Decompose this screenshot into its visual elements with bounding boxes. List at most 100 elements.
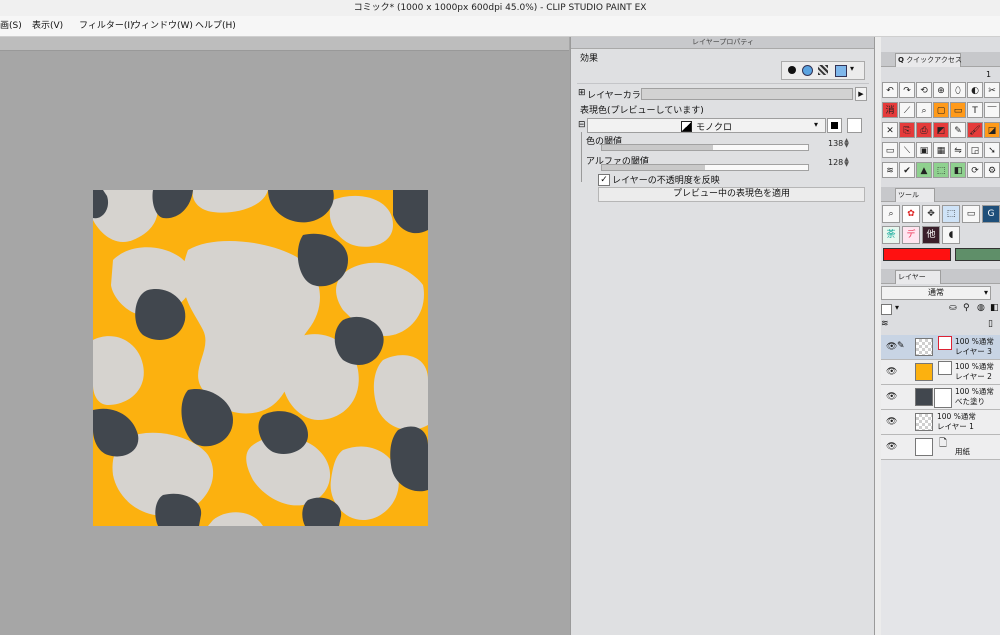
alpha-threshold-value[interactable]: 128	[828, 158, 843, 167]
mask-icon[interactable]: ◧	[990, 303, 999, 313]
tab-tool[interactable]: ツール	[895, 188, 935, 202]
grid-icon[interactable]: ▦	[933, 142, 949, 158]
slash-icon[interactable]: ⟍	[899, 142, 915, 158]
layer-stack-icon[interactable]: ≋	[881, 319, 889, 329]
text-tool-icon[interactable]: 荼	[882, 226, 900, 244]
color-threshold-value[interactable]: 138	[828, 139, 843, 148]
color-tool-icon[interactable]: ✿	[902, 205, 920, 223]
layer-row-paper[interactable]: 👁 🗋 用紙	[881, 435, 1000, 460]
rect-icon[interactable]: ▭	[950, 102, 966, 118]
tab-quick-access[interactable]: Q クイックアクセス	[895, 53, 962, 67]
camouflage-artwork[interactable]	[93, 190, 428, 526]
window-icon[interactable]: ▭	[882, 142, 898, 158]
check-icon[interactable]: ✔	[899, 162, 915, 178]
select-icon[interactable]: ▢	[933, 102, 949, 118]
layer-row-fill[interactable]: 👁 100 %通常 べた塗り	[881, 385, 1000, 410]
tab-layer[interactable]: レイヤー	[895, 270, 941, 284]
brush-icon[interactable]: 🖌	[967, 122, 983, 138]
eye-icon[interactable]: 👁	[886, 367, 897, 377]
settings-icon[interactable]: ⚙	[984, 162, 1000, 178]
cut-icon[interactable]: ✂	[984, 82, 1000, 98]
mode-dropdown[interactable]: モノクロ ▾	[587, 118, 826, 133]
white-color-box[interactable]	[847, 118, 862, 133]
mode-value: モノクロ	[696, 123, 733, 133]
apply-preview-color-button[interactable]: プレビュー中の表現色を適用	[598, 187, 865, 202]
bucket-icon[interactable]: ⬯	[950, 82, 966, 98]
paint-icon[interactable]: ⬚	[933, 162, 949, 178]
clip-icon[interactable]: ⚲	[963, 303, 970, 313]
zoom-tool-icon[interactable]: ⌕	[882, 205, 900, 223]
navigate-icon[interactable]: ◐	[967, 82, 983, 98]
chevron-down-icon[interactable]: ▾	[895, 303, 899, 312]
other-tool-icon[interactable]: 他	[922, 226, 940, 244]
menu-item-help[interactable]: ヘルプ(H)	[195, 16, 236, 36]
tone-icon[interactable]: ◧	[950, 162, 966, 178]
layer-tabbar: レイヤー	[881, 269, 1000, 284]
triangle-icon[interactable]: ▲	[916, 162, 932, 178]
flip-icon[interactable]: ⇋	[950, 142, 966, 158]
move-tool-icon[interactable]: ✥	[922, 205, 940, 223]
menu-item-window[interactable]: ウィンドウ(W)	[132, 16, 193, 36]
undo-icon[interactable]: ↶	[882, 82, 898, 98]
clear-icon[interactable]: ✕	[882, 122, 898, 138]
reflect-opacity-checkbox[interactable]: ✓	[598, 174, 610, 186]
expand-plus-icon[interactable]: ⊞	[578, 88, 586, 98]
erase-icon[interactable]: 消	[882, 102, 898, 118]
eye-icon[interactable]: 👁	[886, 417, 897, 427]
chevron-down-icon: ▾	[814, 120, 819, 129]
arrow-icon[interactable]: ➘	[984, 142, 1000, 158]
frame-icon[interactable]: ▣	[916, 142, 932, 158]
menu-item-picture[interactable]: 画(S)	[0, 16, 22, 36]
blend-mode-dropdown[interactable]: 通常 ▾	[881, 286, 991, 300]
eraser-icon[interactable]: ◪	[984, 122, 1000, 138]
alpha-threshold-slider[interactable]	[601, 164, 809, 171]
paste-icon[interactable]: ⎙	[916, 122, 932, 138]
color-threshold-spinner[interactable]: ▲ ▼	[843, 138, 850, 149]
menu-item-view[interactable]: 表示(V)	[32, 16, 63, 36]
transform-icon[interactable]: ⟲	[916, 82, 932, 98]
layer-row-1[interactable]: 👁 100 %通常 レイヤー 1	[881, 410, 1000, 435]
expression-color-icon[interactable]	[802, 65, 813, 76]
fill-icon[interactable]: ◩	[933, 122, 949, 138]
layer-thumbnail	[915, 338, 933, 356]
black-color-box[interactable]	[827, 118, 842, 133]
lock-icon[interactable]: ⛀	[949, 303, 957, 313]
eye-icon[interactable]: 👁	[886, 442, 897, 452]
layer-icon[interactable]: ≋	[882, 162, 898, 178]
eye-icon[interactable]: 👁	[886, 392, 897, 402]
rotate-icon[interactable]: ⊕	[933, 82, 949, 98]
layer-color-toggle-icon[interactable]	[881, 304, 892, 315]
eyedropper-tool-icon[interactable]: デ	[902, 226, 920, 244]
alpha-threshold-spinner[interactable]: ▲ ▼	[843, 157, 850, 168]
chevron-down-icon[interactable]: ▾	[850, 64, 854, 73]
collapse-minus-icon[interactable]: ⊟	[578, 120, 586, 130]
ruler-icon[interactable]: ⎺	[984, 102, 1000, 118]
layer-row-3[interactable]: 👁 ✎ 100 %通常 レイヤー 3	[881, 335, 1000, 360]
pen-icon[interactable]: ✎	[950, 122, 966, 138]
chevron-right-icon[interactable]: ▶	[855, 87, 867, 101]
wand-icon[interactable]: ⟋	[899, 102, 915, 118]
tone-effect-icon[interactable]	[818, 65, 828, 75]
blend-tool-icon[interactable]: ◖	[942, 226, 960, 244]
text-icon[interactable]: T	[967, 102, 983, 118]
frame-tool-icon[interactable]: ▭	[962, 205, 980, 223]
sub-color-swatch[interactable]	[955, 248, 1000, 261]
decoration-tool-icon[interactable]: G	[982, 205, 1000, 223]
layer-color-swatch[interactable]	[641, 88, 853, 100]
quick-access-set-number[interactable]: 1	[986, 70, 991, 79]
select-tool-icon[interactable]: ⬚	[942, 205, 960, 223]
reference-icon[interactable]: ◍	[977, 303, 985, 313]
zoom-icon[interactable]: ⌕	[916, 102, 932, 118]
menu-item-filter[interactable]: フィルター(I)	[79, 16, 134, 36]
eye-icon[interactable]: 👁	[886, 342, 897, 352]
layer-color-effect-icon[interactable]	[835, 65, 847, 77]
copy-icon[interactable]: ⎘	[899, 122, 915, 138]
refresh-icon[interactable]: ⟳	[967, 162, 983, 178]
layer-row-2[interactable]: 👁 100 %通常 レイヤー 2	[881, 360, 1000, 385]
new-page-icon[interactable]: ▯	[988, 319, 993, 329]
color-threshold-slider[interactable]	[601, 144, 809, 151]
border-effect-icon[interactable]	[788, 66, 796, 74]
redo-icon[interactable]: ↷	[899, 82, 915, 98]
scale-icon[interactable]: ◲	[967, 142, 983, 158]
main-color-swatch[interactable]	[883, 248, 951, 261]
